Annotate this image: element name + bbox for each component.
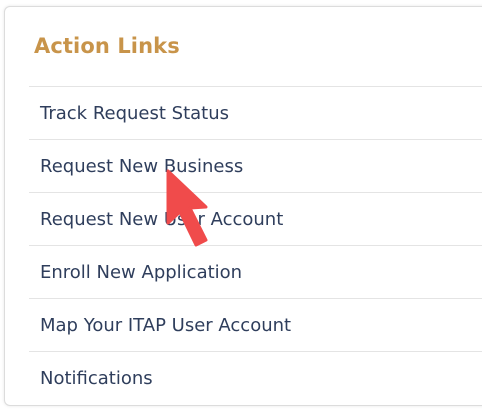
list-item: Map Your ITAP User Account [29, 298, 482, 351]
request-new-business-link[interactable]: Request New Business [40, 156, 243, 177]
panel-title: Action Links [34, 34, 180, 58]
notifications-link[interactable]: Notifications [40, 368, 153, 389]
action-links-panel: Action Links Track Request Status Reques… [4, 6, 482, 406]
list-item: Request New Business [29, 139, 482, 192]
list-item: Enroll New Application [29, 245, 482, 298]
track-request-status-link[interactable]: Track Request Status [40, 103, 229, 124]
list-item: Notifications [29, 351, 482, 404]
map-itap-user-account-link[interactable]: Map Your ITAP User Account [40, 315, 291, 336]
list-item: Request New User Account [29, 192, 482, 245]
request-new-user-account-link[interactable]: Request New User Account [40, 209, 283, 230]
enroll-new-application-link[interactable]: Enroll New Application [40, 262, 242, 283]
action-links-list: Track Request Status Request New Busines… [29, 86, 482, 404]
list-item: Track Request Status [29, 86, 482, 139]
